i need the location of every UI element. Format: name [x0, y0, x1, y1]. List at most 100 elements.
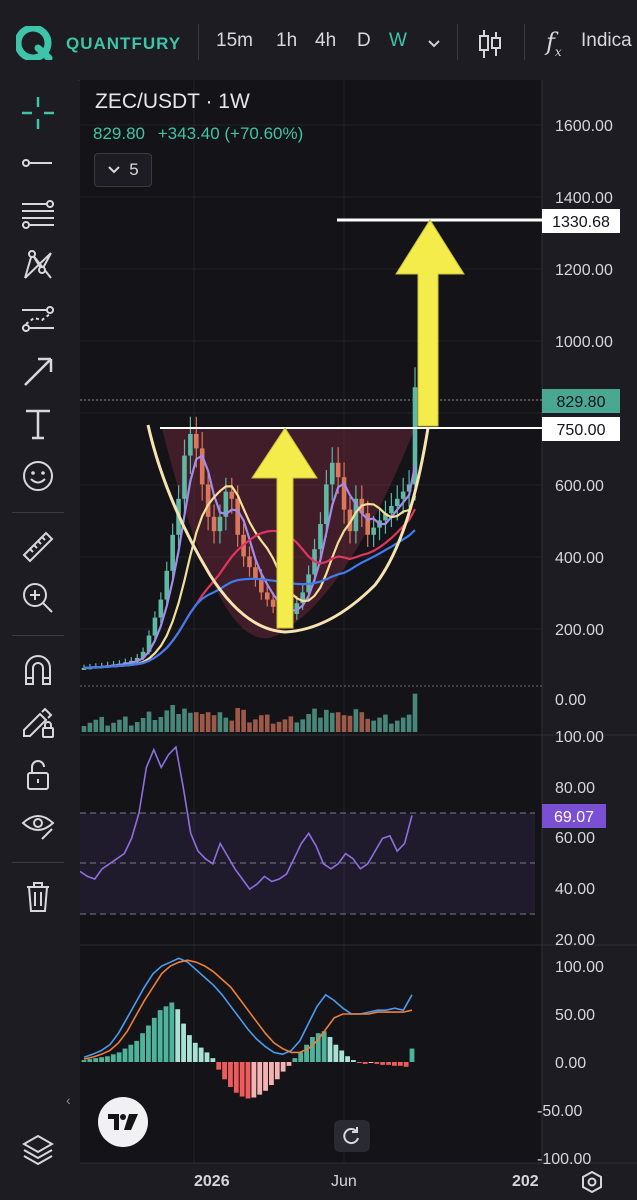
emoji-icon[interactable]: [18, 456, 58, 496]
volume-bar: [306, 714, 311, 732]
volume-bar: [205, 712, 211, 732]
visibility-icon[interactable]: [18, 805, 58, 845]
macd-histogram-bar: [122, 1048, 128, 1062]
fib-lines-icon[interactable]: [18, 195, 58, 235]
indicators-button[interactable]: Indica: [581, 30, 632, 52]
macd-tick: 50.00: [555, 1007, 595, 1024]
divider: [12, 862, 64, 863]
rsi-tick: 100.00: [555, 729, 604, 746]
price-tick: 1600.00: [555, 118, 613, 135]
price-tick: 600.00: [555, 478, 604, 495]
candle-body: [318, 524, 323, 550]
candle-body: [229, 491, 235, 499]
volume-bar: [217, 712, 223, 732]
macd-histogram-bar: [128, 1044, 134, 1062]
volume-bar: [105, 725, 110, 732]
macd-histogram-bar: [81, 1060, 87, 1062]
time-tick: 2026: [194, 1173, 230, 1190]
chevron-down-icon[interactable]: [426, 38, 442, 50]
macd-histogram-bar: [157, 1010, 163, 1062]
macd-histogram-bar: [356, 1062, 362, 1063]
volume-bar: [170, 705, 175, 732]
rsi-tick: 80.00: [555, 780, 595, 797]
drawing-toolbar: ‹: [0, 80, 78, 1200]
price-tick: 0.00: [555, 692, 586, 709]
volume-bar: [247, 722, 252, 732]
macd-histogram-bar: [304, 1044, 309, 1062]
macd-histogram-bar: [222, 1062, 227, 1080]
macd-histogram-bar: [351, 1060, 356, 1062]
interval-1h[interactable]: 1h: [276, 30, 297, 52]
chart-area[interactable]: 1600.00 1400.00 1200.00 1000.00 600.00 4…: [80, 80, 637, 1200]
trend-line-icon[interactable]: [18, 143, 58, 183]
magnet-icon[interactable]: [18, 650, 58, 690]
candle-body: [188, 434, 193, 456]
macd-histogram-bar: [116, 1052, 122, 1062]
candle-body: [253, 567, 258, 578]
lock-drawings-icon[interactable]: [18, 702, 58, 742]
volume-bar: [99, 716, 105, 732]
volume-bar: [241, 709, 246, 732]
macd-histogram-bar: [263, 1062, 268, 1091]
unlock-icon[interactable]: [18, 755, 58, 795]
candle-body: [371, 527, 376, 535]
macd-histogram-bar: [210, 1058, 216, 1062]
indicators-collapse-button[interactable]: 5: [94, 153, 152, 187]
trash-icon[interactable]: [18, 877, 58, 917]
top-toolbar: QUANTFURY 15m 1h 4h D W fx Indica: [0, 0, 637, 81]
volume-bar: [365, 718, 371, 732]
volume-bar: [318, 717, 323, 732]
volume-bar: [87, 722, 93, 732]
last-price: 829.80: [93, 124, 145, 143]
macd-histogram-bar: [409, 1048, 415, 1062]
candle-body: [170, 534, 175, 571]
tradingview-logo-icon[interactable]: [98, 1097, 148, 1147]
arrow-icon[interactable]: [18, 352, 58, 392]
reset-chart-icon[interactable]: [334, 1120, 370, 1152]
layers-icon[interactable]: [18, 1130, 58, 1170]
ruler-icon[interactable]: [18, 527, 58, 567]
volume-bar: [164, 710, 170, 732]
text-icon[interactable]: [18, 404, 58, 444]
interval-15m[interactable]: 15m: [216, 30, 253, 52]
price-change: 829.80 +343.40 (+70.60%): [93, 124, 303, 144]
volume-bar: [259, 715, 264, 732]
volume-bar: [341, 715, 347, 732]
interval-w[interactable]: W: [389, 30, 407, 52]
crosshair-icon[interactable]: [18, 93, 58, 133]
fx-icon[interactable]: fx: [546, 28, 562, 59]
macd-histogram-bar: [269, 1062, 274, 1086]
volume-bar: [324, 709, 329, 732]
candles-icon[interactable]: [477, 28, 503, 60]
volume-bar: [134, 722, 140, 732]
price-tick: 1200.00: [555, 262, 613, 279]
volume-bar: [329, 712, 335, 732]
interval-d[interactable]: D: [357, 30, 371, 52]
volume-bar: [400, 717, 406, 732]
rsi-value-label: 69.07: [554, 809, 594, 826]
macd-histogram-bar: [292, 1058, 298, 1062]
macd-histogram-bar: [198, 1047, 204, 1062]
collapse-sidebar-icon[interactable]: ‹: [66, 1092, 71, 1108]
macd-histogram-bar: [286, 1062, 292, 1066]
volume-bar: [312, 708, 317, 732]
macd-histogram-bar: [134, 1040, 140, 1062]
interval-4h[interactable]: 4h: [315, 30, 336, 52]
zoom-in-icon[interactable]: [18, 578, 58, 618]
macd-histogram-bar: [93, 1058, 99, 1062]
symbol-title: ZEC/USDT · 1W: [95, 90, 250, 113]
macd-histogram-bar: [216, 1062, 222, 1070]
current-price-label: 829.80: [557, 394, 606, 411]
pattern-icon[interactable]: [18, 246, 58, 286]
macd-histogram-bar: [187, 1035, 192, 1062]
volume-bar: [264, 714, 270, 732]
macd-histogram-bar: [245, 1062, 251, 1099]
volume-bar: [353, 709, 359, 732]
volume-bar: [383, 714, 388, 732]
forecast-icon[interactable]: [18, 300, 58, 340]
candle-body: [211, 516, 217, 532]
volume-bar: [300, 719, 305, 732]
settings-icon[interactable]: [578, 1168, 606, 1196]
volume-bar: [377, 717, 382, 732]
candle-body: [199, 448, 205, 485]
